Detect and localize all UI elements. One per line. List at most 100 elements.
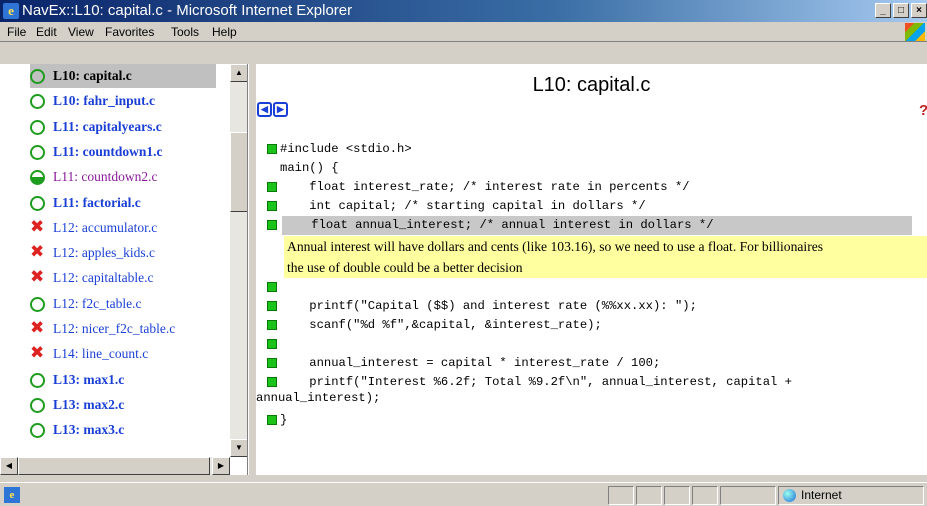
forward-icon[interactable]: ▶ [273,102,288,117]
toc-item[interactable]: ✖ L12: nicer_f2c_table.c [30,317,175,341]
security-zone: Internet [778,486,924,505]
code-line[interactable]: int capital; /* starting capital in doll… [267,197,927,216]
window-controls: _ □ × [875,3,927,18]
code-text: scanf("%d %f",&capital, &interest_rate); [280,318,602,332]
code-line[interactable] [267,278,927,297]
status-bar: e Internet [0,482,927,506]
code-line[interactable]: printf("Capital ($$) and interest rate (… [267,297,927,316]
x-mark-icon: ✖ [30,343,45,364]
circle-icon [30,397,45,413]
circle-icon [30,69,45,84]
toc-item-label: L12: nicer_f2c_table.c [53,321,176,336]
toc-item[interactable]: ✖ L12: capitaltable.c [30,266,153,290]
menu-tools[interactable]: Tools [169,22,201,42]
code-line[interactable]: scanf("%d %f",&capital, &interest_rate); [267,316,927,335]
x-mark-icon: ✖ [30,216,45,237]
line-marker-icon[interactable] [267,144,277,154]
line-marker-icon[interactable] [267,182,277,192]
toc-item-label: L12: f2c_table.c [53,295,142,311]
menu-edit[interactable]: Edit [34,22,59,42]
circle-icon [30,94,45,110]
circle-icon [30,296,45,312]
code-line[interactable]: float annual_interest; /* annual interes… [267,216,912,235]
toc-item[interactable]: L12: f2c_table.c [30,292,141,316]
toc-item[interactable]: ✖ L14: line_count.c [30,342,148,366]
line-marker-icon[interactable] [267,320,277,330]
window-title: NavEx::L10: capital.c - Microsoft Intern… [22,2,353,19]
scroll-left-button[interactable]: ◀ [0,457,18,475]
toc-item-label: L11: countdown2.c [53,169,158,185]
globe-icon [783,489,796,502]
circle-icon [30,119,45,135]
windows-logo-icon [905,23,925,41]
title-bar: e NavEx::L10: capital.c - Microsoft Inte… [0,0,927,22]
vertical-scroll-thumb[interactable] [230,132,247,212]
toc-item[interactable]: L13: max3.c [30,418,124,442]
content-pane: L10: capital.c ◀ ▶ ? #include <stdio.h> m… [256,64,927,475]
toc-item[interactable]: L11: factorial.c [30,191,141,215]
menu-favorites[interactable]: Favorites [103,22,156,42]
toc-item-label: L13: max3.c [53,422,125,438]
vertical-scrollbar[interactable]: ▲ ▼ [230,64,247,457]
toc-item[interactable]: L10: capital.c [30,64,216,88]
nav-buttons: ◀ ▶ [257,102,288,117]
half-circle-icon [30,170,45,186]
circle-icon [30,195,45,211]
scroll-down-button[interactable]: ▼ [230,439,247,457]
toc-item-label: L12: accumulator.c [53,219,158,235]
code-text: int capital; /* starting capital in doll… [280,199,646,213]
toc-item[interactable]: L13: max2.c [30,393,124,417]
circle-icon [30,144,45,160]
menu-file[interactable]: File [5,22,28,42]
back-icon[interactable]: ◀ [257,102,272,117]
toc-item[interactable]: ✖ L12: accumulator.c [30,216,157,240]
code-line[interactable] [267,335,927,354]
scroll-up-button[interactable]: ▲ [230,64,247,82]
toc-item[interactable]: L13: max1.c [30,368,124,392]
horizontal-scroll-thumb[interactable] [18,457,210,475]
menu-help[interactable]: Help [210,22,239,42]
line-marker-icon[interactable] [267,301,277,311]
toc-item[interactable]: L11: countdown1.c [30,140,163,164]
toc-item-label: L10: capital.c [53,68,132,83]
code-line[interactable]: annual_interest = capital * interest_rat… [267,354,927,373]
status-cell [664,486,690,505]
line-marker-icon[interactable] [267,220,277,230]
toc-item[interactable]: L10: fahr_input.c [30,89,155,113]
toc-item-label: L13: max1.c [53,371,125,387]
horizontal-scrollbar[interactable]: ◀ ▶ [0,457,230,475]
line-marker-icon[interactable] [267,201,277,211]
code-line[interactable]: #include <stdio.h> [267,140,927,159]
x-mark-icon: ✖ [30,267,45,288]
maximize-button[interactable]: □ [893,3,909,18]
toc-list: L10: capital.c L10: fahr_input.c L11: capi… [0,64,230,457]
help-icon[interactable]: ? [919,102,927,119]
code-line[interactable]: } [267,411,927,430]
pane-divider[interactable] [248,64,256,475]
line-marker-icon[interactable] [267,282,277,292]
code-line[interactable]: main() { [267,159,927,178]
line-marker-icon[interactable] [267,339,277,349]
annotation-line-2: the use of double could be a better deci… [287,260,523,275]
toc-item[interactable]: ✖ L12: apples_kids.c [30,241,155,265]
circle-icon [30,372,45,388]
menu-bar: File Edit View Favorites Tools Help [0,22,927,42]
zone-label: Internet [801,488,842,502]
x-mark-icon: ✖ [30,242,45,263]
minimize-button[interactable]: _ [875,3,891,18]
annotation-line-1: Annual interest will have dollars and ce… [287,239,824,254]
line-marker-icon[interactable] [267,377,277,387]
toc-item-label: L10: fahr_input.c [53,93,156,109]
line-marker-icon[interactable] [267,358,277,368]
menu-view[interactable]: View [66,22,96,42]
code-line[interactable]: annual_interest); [256,389,927,408]
line-marker-icon[interactable] [267,415,277,425]
toc-item-label: L12: capitaltable.c [53,270,154,286]
toc-pane: L10: capital.c L10: fahr_input.c L11: capi… [0,64,248,475]
code-line[interactable]: float interest_rate; /* interest rate in… [267,178,927,197]
toc-item[interactable]: L11: countdown2.c [30,165,157,189]
scroll-right-button[interactable]: ▶ [212,457,230,475]
close-button[interactable]: × [911,3,927,18]
toc-item[interactable]: L11: capitalyears.c [30,115,162,139]
toc-item-label: L12: apples_kids.c [53,245,155,261]
